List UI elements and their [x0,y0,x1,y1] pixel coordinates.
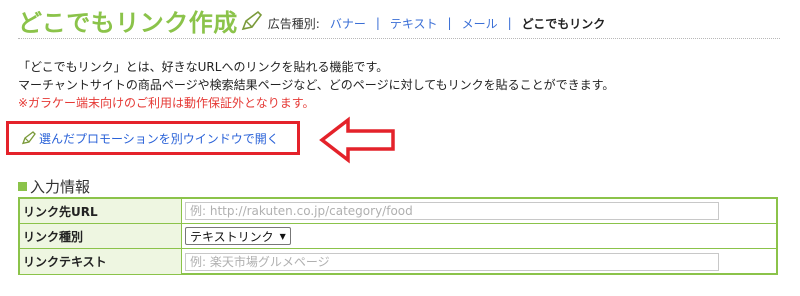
ad-type-text-link[interactable]: テキスト [390,15,438,32]
ad-type-banner-link[interactable]: バナー [330,15,366,32]
description: 「どこでもリンク」とは、好きなURLへのリンクを貼れる機能です。 マーチャントサ… [18,58,614,112]
ad-type-current: どこでもリンク [521,16,606,31]
separator: | [447,16,452,30]
link-type-label: リンク種別 [20,224,182,248]
link-text-input[interactable] [185,252,719,271]
left-arrow-icon [319,116,395,164]
separator: | [375,16,380,30]
chevron-down-icon: ▼ [279,231,286,241]
link-type-selected: テキストリンク [190,229,274,244]
open-promotion-link[interactable]: 選んだプロモーションを別ウインドウで開く [39,130,279,147]
url-label: リンク先URL [20,199,182,223]
ad-type-label: 広告種別: [267,16,320,31]
header-divider [18,38,780,39]
pen-icon [21,131,36,145]
square-bullet-icon [18,182,27,191]
section-title-text: 入力情報 [30,178,91,196]
link-type-select[interactable]: テキストリンク ▼ [185,227,291,245]
ad-type-mail-link[interactable]: メール [462,15,498,32]
link-text-label: リンクテキスト [20,249,182,274]
url-input[interactable] [185,202,719,220]
description-line: 「どこでもリンク」とは、好きなURLへのリンクを貼れる機能です。 [18,60,389,74]
promo-highlight-box: 選んだプロモーションを別ウインドウで開く [6,121,300,155]
page-title: どこでもリンク作成 [18,8,238,37]
section-title: 入力情報 [18,176,90,197]
description-line: マーチャントサイトの商品ページや検索結果ページなど、どのページに対してもリンクを… [18,78,615,92]
warning-text: ※ガラケー端末向けのご利用は動作保証外となります。 [18,96,315,110]
input-form-table: リンク先URL リンク種別 テキストリンク ▼ リンクテキスト [18,197,778,275]
pen-icon [241,10,262,31]
ad-type-nav: 広告種別: バナー | テキスト | メール | どこでもリンク [268,15,606,32]
form-row-url: リンク先URL [20,199,776,224]
form-row-type: リンク種別 テキストリンク ▼ [20,224,776,249]
form-row-text: リンクテキスト [20,249,776,274]
separator: | [507,16,512,30]
page-header: どこでもリンク作成 広告種別: バナー | テキスト | メール | どこでもリ… [18,5,606,37]
